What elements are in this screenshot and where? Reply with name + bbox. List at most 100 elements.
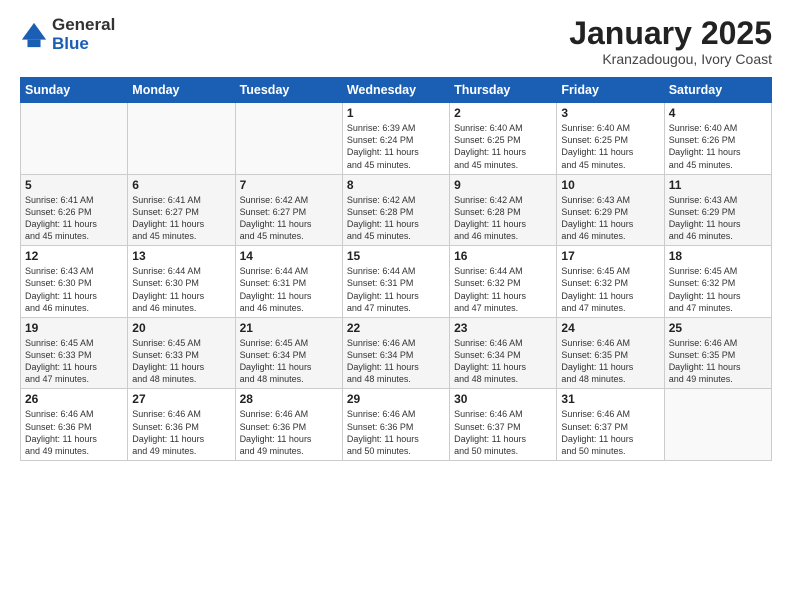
day-number: 8 (347, 178, 445, 192)
day-info: Sunrise: 6:43 AM Sunset: 6:29 PM Dayligh… (669, 194, 767, 243)
day-number: 5 (25, 178, 123, 192)
day-info: Sunrise: 6:45 AM Sunset: 6:32 PM Dayligh… (669, 265, 767, 314)
day-number: 16 (454, 249, 552, 263)
day-info: Sunrise: 6:41 AM Sunset: 6:27 PM Dayligh… (132, 194, 230, 243)
calendar-cell: 24Sunrise: 6:46 AM Sunset: 6:35 PM Dayli… (557, 317, 664, 389)
calendar-cell: 13 Sunrise: 6:44 AM Sunset: 6:30 PM Dayli… (128, 246, 235, 318)
day-info: Sunrise: 6:44 AM Sunset: 6:31 PM Dayligh… (240, 265, 338, 314)
day-info: Sunrise: 6:42 AM Sunset: 6:28 PM Dayligh… (347, 194, 445, 243)
calendar-cell: 2Sunrise: 6:40 AM Sunset: 6:25 PM Daylig… (450, 103, 557, 175)
col-wednesday: Wednesday (342, 78, 449, 103)
day-number: 13 (132, 249, 230, 263)
day-number: 6 (132, 178, 230, 192)
calendar-cell: 27 Sunrise: 6:46 AM Sunset: 6:36 PM Dayli… (128, 389, 235, 461)
calendar-cell: 8 Sunrise: 6:42 AM Sunset: 6:28 PM Daylig… (342, 174, 449, 246)
day-number: 22 (347, 321, 445, 335)
day-info: Sunrise: 6:40 AM Sunset: 6:26 PM Dayligh… (669, 122, 767, 171)
day-info: Sunrise: 6:46 AM Sunset: 6:35 PM Dayligh… (669, 337, 767, 386)
calendar-header-row: Sunday Monday Tuesday Wednesday Thursday… (21, 78, 772, 103)
day-info: Sunrise: 6:42 AM Sunset: 6:28 PM Dayligh… (454, 194, 552, 243)
calendar-cell: 10Sunrise: 6:43 AM Sunset: 6:29 PM Dayli… (557, 174, 664, 246)
day-number: 14 (240, 249, 338, 263)
day-info: Sunrise: 6:46 AM Sunset: 6:36 PM Dayligh… (132, 408, 230, 457)
day-number: 30 (454, 392, 552, 406)
day-info: Sunrise: 6:41 AM Sunset: 6:26 PM Dayligh… (25, 194, 123, 243)
calendar-cell (235, 103, 342, 175)
day-number: 31 (561, 392, 659, 406)
day-info: Sunrise: 6:46 AM Sunset: 6:36 PM Dayligh… (25, 408, 123, 457)
calendar-week-row-1: 1 Sunrise: 6:39 AM Sunset: 6:24 PM Daylig… (21, 103, 772, 175)
calendar-cell: 30 Sunrise: 6:46 AM Sunset: 6:37 PM Dayli… (450, 389, 557, 461)
calendar-week-row-5: 26 Sunrise: 6:46 AM Sunset: 6:36 PM Dayli… (21, 389, 772, 461)
logo-icon (20, 21, 48, 49)
day-number: 3 (561, 106, 659, 120)
day-info: Sunrise: 6:44 AM Sunset: 6:30 PM Dayligh… (132, 265, 230, 314)
calendar-cell (21, 103, 128, 175)
day-info: Sunrise: 6:43 AM Sunset: 6:30 PM Dayligh… (25, 265, 123, 314)
day-number: 9 (454, 178, 552, 192)
col-saturday: Saturday (664, 78, 771, 103)
logo-text: General Blue (52, 16, 115, 53)
month-title: January 2025 (569, 16, 772, 51)
calendar-cell: 28 Sunrise: 6:46 AM Sunset: 6:36 PM Dayli… (235, 389, 342, 461)
calendar-cell: 12 Sunrise: 6:43 AM Sunset: 6:30 PM Dayli… (21, 246, 128, 318)
day-number: 27 (132, 392, 230, 406)
day-number: 1 (347, 106, 445, 120)
calendar-cell (128, 103, 235, 175)
calendar-cell: 31 Sunrise: 6:46 AM Sunset: 6:37 PM Dayli… (557, 389, 664, 461)
location-subtitle: Kranzadougou, Ivory Coast (569, 51, 772, 67)
day-info: Sunrise: 6:46 AM Sunset: 6:37 PM Dayligh… (454, 408, 552, 457)
calendar-week-row-4: 19 Sunrise: 6:45 AM Sunset: 6:33 PM Dayli… (21, 317, 772, 389)
calendar-cell: 17 Sunrise: 6:45 AM Sunset: 6:32 PM Dayli… (557, 246, 664, 318)
calendar-cell: 6 Sunrise: 6:41 AM Sunset: 6:27 PM Daylig… (128, 174, 235, 246)
calendar-cell: 26 Sunrise: 6:46 AM Sunset: 6:36 PM Dayli… (21, 389, 128, 461)
header: General Blue January 2025 Kranzadougou, … (20, 16, 772, 67)
day-info: Sunrise: 6:39 AM Sunset: 6:24 PM Dayligh… (347, 122, 445, 171)
day-info: Sunrise: 6:44 AM Sunset: 6:32 PM Dayligh… (454, 265, 552, 314)
day-info: Sunrise: 6:45 AM Sunset: 6:32 PM Dayligh… (561, 265, 659, 314)
calendar-cell: 14 Sunrise: 6:44 AM Sunset: 6:31 PM Dayli… (235, 246, 342, 318)
day-number: 23 (454, 321, 552, 335)
day-info: Sunrise: 6:46 AM Sunset: 6:37 PM Dayligh… (561, 408, 659, 457)
day-number: 29 (347, 392, 445, 406)
day-number: 28 (240, 392, 338, 406)
day-info: Sunrise: 6:46 AM Sunset: 6:34 PM Dayligh… (454, 337, 552, 386)
calendar-week-row-2: 5 Sunrise: 6:41 AM Sunset: 6:26 PM Daylig… (21, 174, 772, 246)
day-info: Sunrise: 6:46 AM Sunset: 6:36 PM Dayligh… (240, 408, 338, 457)
calendar-cell: 16 Sunrise: 6:44 AM Sunset: 6:32 PM Dayli… (450, 246, 557, 318)
calendar-cell: 11 Sunrise: 6:43 AM Sunset: 6:29 PM Dayli… (664, 174, 771, 246)
calendar-cell: 29Sunrise: 6:46 AM Sunset: 6:36 PM Dayli… (342, 389, 449, 461)
day-number: 24 (561, 321, 659, 335)
day-info: Sunrise: 6:45 AM Sunset: 6:33 PM Dayligh… (132, 337, 230, 386)
day-number: 19 (25, 321, 123, 335)
day-info: Sunrise: 6:44 AM Sunset: 6:31 PM Dayligh… (347, 265, 445, 314)
calendar-cell: 7Sunrise: 6:42 AM Sunset: 6:27 PM Daylig… (235, 174, 342, 246)
day-number: 10 (561, 178, 659, 192)
day-number: 12 (25, 249, 123, 263)
day-number: 7 (240, 178, 338, 192)
day-info: Sunrise: 6:40 AM Sunset: 6:25 PM Dayligh… (561, 122, 659, 171)
calendar-cell: 23 Sunrise: 6:46 AM Sunset: 6:34 PM Dayli… (450, 317, 557, 389)
day-number: 17 (561, 249, 659, 263)
logo-blue: Blue (52, 35, 115, 54)
title-block: January 2025 Kranzadougou, Ivory Coast (569, 16, 772, 67)
day-info: Sunrise: 6:46 AM Sunset: 6:34 PM Dayligh… (347, 337, 445, 386)
logo-general: General (52, 16, 115, 35)
col-tuesday: Tuesday (235, 78, 342, 103)
day-number: 20 (132, 321, 230, 335)
calendar-cell: 20 Sunrise: 6:45 AM Sunset: 6:33 PM Dayli… (128, 317, 235, 389)
day-number: 15 (347, 249, 445, 263)
col-friday: Friday (557, 78, 664, 103)
day-number: 25 (669, 321, 767, 335)
calendar-cell: 1 Sunrise: 6:39 AM Sunset: 6:24 PM Daylig… (342, 103, 449, 175)
col-sunday: Sunday (21, 78, 128, 103)
col-thursday: Thursday (450, 78, 557, 103)
day-number: 26 (25, 392, 123, 406)
calendar-cell: 22 Sunrise: 6:46 AM Sunset: 6:34 PM Dayli… (342, 317, 449, 389)
day-info: Sunrise: 6:45 AM Sunset: 6:34 PM Dayligh… (240, 337, 338, 386)
day-number: 21 (240, 321, 338, 335)
col-monday: Monday (128, 78, 235, 103)
logo: General Blue (20, 16, 115, 53)
calendar-cell: 21 Sunrise: 6:45 AM Sunset: 6:34 PM Dayli… (235, 317, 342, 389)
day-number: 11 (669, 178, 767, 192)
